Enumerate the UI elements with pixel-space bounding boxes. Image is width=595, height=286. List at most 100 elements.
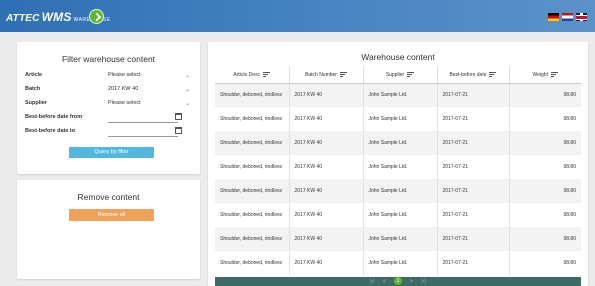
date-from-field[interactable]: Best-before date from: [25, 113, 193, 123]
warehouse-table-panel: Warehouse content Article Desc Batch Num…: [208, 42, 588, 286]
date-to-field[interactable]: Best-before date to: [25, 127, 193, 137]
supplier-value[interactable]: Please select: [108, 100, 196, 106]
cell-article: Shoulder, deboned, rindless: [215, 155, 290, 179]
cell-bbd: 2017-07-21: [437, 83, 510, 107]
nav-forward-icon[interactable]: [89, 9, 104, 24]
cell-supplier: John Sample Ltd.: [363, 227, 438, 251]
article-value[interactable]: Please select: [108, 72, 196, 78]
cell-weight: 98.80: [509, 251, 581, 275]
cell-supplier: John Sample Ltd.: [363, 107, 438, 131]
cell-batch: 2017 KW 40: [289, 179, 364, 203]
table-body: Shoulder, deboned, rindless 2017 KW 40 J…: [215, 83, 581, 275]
dutch-flag-icon[interactable]: [562, 13, 573, 21]
supplier-label: Supplier: [25, 100, 48, 106]
prev-page-button[interactable]: <: [383, 279, 387, 285]
cell-bbd: 2017-07-21: [437, 107, 510, 131]
column-label: Best-before date: [449, 72, 487, 79]
cell-article: Shoulder, deboned, rindless: [215, 83, 290, 107]
calendar-icon[interactable]: [175, 113, 182, 120]
cell-article: Shoulder, deboned, rindless: [215, 203, 290, 227]
cell-batch: 2017 KW 40: [289, 203, 364, 227]
cell-weight: 98.80: [509, 131, 581, 155]
chevron-down-icon[interactable]: ⌄: [185, 72, 190, 79]
cell-weight: 98.80: [509, 83, 581, 107]
cell-batch: 2017 KW 40: [289, 251, 364, 275]
query-by-filter-button[interactable]: Query by filter: [69, 147, 154, 158]
sort-icon[interactable]: [489, 71, 497, 78]
warehouse-title: Warehouse content: [361, 52, 435, 62]
cell-bbd: 2017-07-21: [437, 179, 510, 203]
batch-value[interactable]: 2017 KW 40: [108, 86, 196, 92]
column-header-supplier[interactable]: Supplier: [363, 67, 438, 84]
uk-flag-icon[interactable]: [576, 13, 587, 21]
cell-batch: 2017 KW 40: [289, 131, 364, 155]
table-row[interactable]: Shoulder, deboned, rindless 2017 KW 40 J…: [215, 155, 581, 179]
column-header-article[interactable]: Article Desc: [215, 67, 290, 84]
cell-bbd: 2017-07-21: [437, 155, 510, 179]
column-label: Weight: [532, 72, 548, 79]
cell-weight: 98.80: [509, 203, 581, 227]
cell-article: Shoulder, deboned, rindless: [215, 179, 290, 203]
calendar-icon[interactable]: [175, 127, 182, 134]
next-page-button[interactable]: >: [410, 279, 414, 285]
german-flag-icon[interactable]: [548, 13, 559, 21]
column-header-bbd[interactable]: Best-before date: [437, 67, 510, 84]
last-page-button[interactable]: >|: [421, 279, 426, 285]
cell-batch: 2017 KW 40: [289, 83, 364, 107]
cell-article: Shoulder, deboned, rindless: [215, 107, 290, 131]
column-label: Supplier: [385, 72, 405, 79]
batch-label: Batch: [25, 86, 41, 92]
language-switcher: [548, 13, 587, 21]
cell-weight: 98.80: [509, 227, 581, 251]
sort-icon[interactable]: [407, 71, 415, 78]
filter-title: Filter warehouse content: [61, 54, 156, 64]
supplier-select[interactable]: Supplier Please select ⌄: [25, 99, 193, 109]
cell-supplier: John Sample Ltd.: [363, 251, 438, 275]
table-row[interactable]: Shoulder, deboned, rindless 2017 KW 40 J…: [215, 131, 581, 155]
column-header-batch[interactable]: Batch Number: [289, 67, 364, 84]
chevron-down-icon[interactable]: ⌄: [185, 86, 190, 93]
sort-icon[interactable]: [339, 71, 347, 78]
article-select[interactable]: Article Please select ⌄: [25, 71, 193, 81]
first-page-button[interactable]: |<: [370, 279, 375, 285]
remove-all-button[interactable]: Remove all: [69, 209, 154, 221]
article-label: Article: [25, 72, 43, 78]
cell-bbd: 2017-07-21: [437, 203, 510, 227]
pagination-bar: |< < 1 > >|: [215, 277, 581, 286]
cell-batch: 2017 KW 40: [289, 155, 364, 179]
cell-batch: 2017 KW 40: [289, 107, 364, 131]
filter-panel: Filter warehouse content Article Please …: [17, 42, 200, 174]
batch-select[interactable]: Batch 2017 KW 40 ⌄: [25, 85, 193, 95]
table-row[interactable]: Shoulder, deboned, rindless 2017 KW 40 J…: [215, 107, 581, 131]
cell-article: Shoulder, deboned, rindless: [215, 227, 290, 251]
table-header-row: Article Desc Batch Number Supplier Best-…: [215, 67, 581, 84]
cell-bbd: 2017-07-21: [437, 251, 510, 275]
warehouse-table: Article Desc Batch Number Supplier Best-…: [215, 67, 581, 275]
remove-title: Remove content: [77, 192, 140, 202]
cell-bbd: 2017-07-21: [437, 131, 510, 155]
table-row[interactable]: Shoulder, deboned, rindless 2017 KW 40 J…: [215, 179, 581, 203]
date-to-label: Best-before date to: [25, 128, 76, 134]
current-page-button[interactable]: 1: [394, 277, 402, 286]
sort-icon[interactable]: [550, 71, 558, 78]
sort-icon[interactable]: [263, 71, 271, 78]
date-from-input[interactable]: [108, 122, 178, 123]
cell-supplier: John Sample Ltd.: [363, 131, 438, 155]
cell-supplier: John Sample Ltd.: [363, 83, 438, 107]
column-header-weight[interactable]: Weight: [509, 67, 581, 84]
cell-article: Shoulder, deboned, rindless: [215, 131, 290, 155]
table-row[interactable]: Shoulder, deboned, rindless 2017 KW 40 J…: [215, 83, 581, 107]
cell-supplier: John Sample Ltd.: [363, 179, 438, 203]
date-from-label: Best-before date from: [25, 114, 83, 120]
table-row[interactable]: Shoulder, deboned, rindless 2017 KW 40 J…: [215, 227, 581, 251]
cell-batch: 2017 KW 40: [289, 227, 364, 251]
table-row[interactable]: Shoulder, deboned, rindless 2017 KW 40 J…: [215, 203, 581, 227]
column-label: Article Desc: [233, 72, 261, 79]
cell-weight: 98.80: [509, 155, 581, 179]
date-to-input[interactable]: [108, 136, 178, 137]
cell-article: Shoulder, deboned, rindless: [215, 251, 290, 275]
logo-brand-wms: WMS: [41, 10, 72, 24]
chevron-down-icon[interactable]: ⌄: [185, 100, 190, 107]
logo-brand: ATTEC: [6, 13, 40, 24]
table-row[interactable]: Shoulder, deboned, rindless 2017 KW 40 J…: [215, 251, 581, 275]
